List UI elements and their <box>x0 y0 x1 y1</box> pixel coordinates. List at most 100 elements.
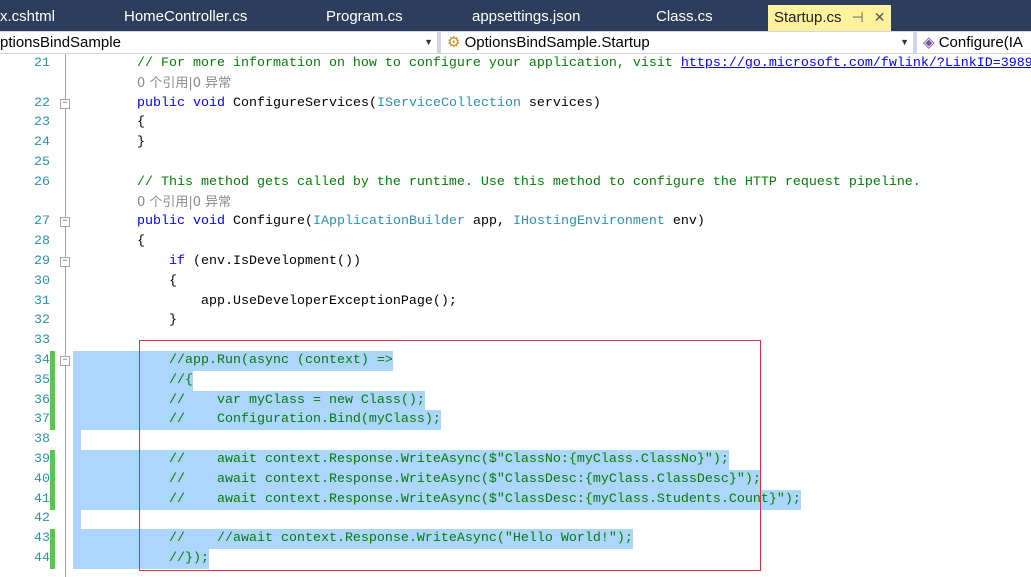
code-text[interactable]: { <box>73 272 177 292</box>
line-number: 21 <box>34 56 50 71</box>
code-text[interactable]: public void ConfigureServices(IServiceCo… <box>73 94 601 114</box>
code-line: 24 } <box>0 133 1031 153</box>
code-text[interactable]: { <box>73 113 145 133</box>
change-indicator <box>50 351 55 371</box>
code-line: 39 // await context.Response.WriteAsync(… <box>0 450 1031 470</box>
codelens-row: 0 个引用|0 异常 <box>0 193 1031 213</box>
tab-appsettings-json[interactable]: appsettings.json <box>472 5 580 31</box>
code-line: 38 <box>0 430 1031 451</box>
code-token: services) <box>520 95 601 111</box>
code-line: 36 // var myClass = new Class(); <box>0 390 1031 411</box>
code-token: (env.IsDevelopment()) <box>184 254 361 269</box>
change-indicator <box>50 529 55 550</box>
codelens-references[interactable]: 0 个引用|0 异常 <box>137 193 231 213</box>
collapse-icon[interactable]: − <box>60 257 70 267</box>
code-text[interactable]: { <box>73 232 145 252</box>
line-number: 28 <box>34 234 50 250</box>
code-text[interactable]: // var myClass = new Class(); <box>73 390 425 411</box>
codelens-row: 0 个引用|0 异常 <box>0 74 1031 94</box>
code-token: //{ <box>73 372 193 388</box>
tab-class-cs[interactable]: Class.cs <box>656 5 713 31</box>
class-icon: ⚙ <box>447 34 461 51</box>
codelens-references[interactable]: 0 个引用|0 异常 <box>137 74 231 94</box>
code-token: { <box>73 115 145 131</box>
change-indicator <box>50 469 55 490</box>
code-line: 44 //}); <box>0 549 1031 569</box>
code-text[interactable]: // This method gets called by the runtim… <box>73 173 921 193</box>
navigation-bar: ptionsBindSample ▼ ⚙ OptionsBindSample.St… <box>0 31 1031 54</box>
code-line: 25 <box>0 153 1031 173</box>
code-text[interactable]: // await context.Response.WriteAsync($"C… <box>73 469 761 490</box>
code-token: } <box>73 313 177 329</box>
change-indicator <box>50 410 55 431</box>
code-text[interactable]: // await context.Response.WriteAsync($"C… <box>73 450 729 470</box>
code-line: 28 { <box>0 232 1031 252</box>
member-dropdown[interactable]: ◈ Configure(IA <box>917 32 1031 53</box>
code-token: // await context.Response.WriteAsync($"C… <box>73 491 801 507</box>
method-icon: ◈ <box>923 34 935 51</box>
document-tab-bar: x.cshtml HomeController.cs Program.cs appse… <box>0 0 1031 31</box>
chevron-down-icon: ▼ <box>900 37 909 47</box>
code-token: } <box>73 135 145 151</box>
change-indicator <box>50 450 55 470</box>
project-dropdown[interactable]: ptionsBindSample ▼ <box>0 32 437 53</box>
collapse-icon[interactable]: − <box>60 217 70 228</box>
code-line: 22− public void ConfigureServices(IServi… <box>0 94 1031 114</box>
code-line: 40 // await context.Response.WriteAsync(… <box>0 469 1031 490</box>
link[interactable]: https://go.microsoft.com/fwlink/?LinkID=… <box>681 56 1031 71</box>
collapse-icon[interactable]: − <box>60 356 70 366</box>
tab-x-cshtml[interactable]: x.cshtml <box>0 5 55 31</box>
tab-label: Class.cs <box>656 8 713 25</box>
code-token: // await context.Response.WriteAsync($"C… <box>73 471 761 487</box>
code-line: 26 // This method gets called by the run… <box>0 173 1031 193</box>
tab-program-cs[interactable]: Program.cs <box>326 5 403 31</box>
code-line: 31 app.UseDeveloperExceptionPage(); <box>0 292 1031 312</box>
tab-label: Program.cs <box>326 8 403 25</box>
line-number: 33 <box>34 333 50 349</box>
code-text[interactable]: // //await context.Response.WriteAsync("… <box>73 529 633 550</box>
code-token: // This method gets called by the runtim… <box>73 174 921 190</box>
code-text[interactable] <box>73 509 81 530</box>
pin-icon[interactable]: ⊣ <box>852 5 864 29</box>
change-indicator <box>50 489 55 510</box>
line-number: 26 <box>34 174 50 190</box>
code-text[interactable]: if (env.IsDevelopment()) <box>73 252 361 272</box>
line-number: 36 <box>34 392 50 408</box>
line-number: 25 <box>34 155 50 170</box>
line-number: 40 <box>34 471 50 487</box>
code-text[interactable]: // Configuration.Bind(myClass); <box>73 410 441 431</box>
code-token: //app.Run(async (context) => <box>73 353 393 368</box>
code-text[interactable]: // await context.Response.WriteAsync($"C… <box>73 489 801 510</box>
type-dropdown[interactable]: ⚙ OptionsBindSample.Startup ▼ <box>441 32 913 53</box>
code-text[interactable]: } <box>73 311 177 331</box>
code-text[interactable]: } <box>73 133 145 153</box>
code-text[interactable] <box>73 430 81 451</box>
code-line: 34− //app.Run(async (context) => <box>0 351 1031 371</box>
line-number: 34 <box>34 353 50 368</box>
code-text[interactable]: app.UseDeveloperExceptionPage(); <box>73 292 457 312</box>
tab-startup-cs[interactable]: Startup.cs ⊣ ✕ <box>768 5 892 31</box>
tab-homecontroller-cs[interactable]: HomeController.cs <box>124 5 247 31</box>
code-text[interactable]: //app.Run(async (context) => <box>73 351 393 371</box>
code-text[interactable]: //{ <box>73 370 193 391</box>
code-token: // Configuration.Bind(myClass); <box>73 412 441 428</box>
code-line: 43 // //await context.Response.WriteAsyn… <box>0 529 1031 550</box>
code-token: app.UseDeveloperExceptionPage(); <box>73 293 457 309</box>
close-icon[interactable]: ✕ <box>874 5 886 29</box>
code-text[interactable]: public void Configure(IApplicationBuilde… <box>73 212 705 232</box>
code-line: 41 // await context.Response.WriteAsync(… <box>0 489 1031 510</box>
code-text[interactable]: // For more information on how to config… <box>73 54 1031 74</box>
code-token: app, <box>464 214 513 230</box>
code-editor[interactable]: 21 // For more information on how to con… <box>0 54 1031 577</box>
chevron-down-icon: ▼ <box>424 37 433 47</box>
collapse-icon[interactable]: − <box>60 98 70 109</box>
line-number: 37 <box>34 412 50 428</box>
line-number: 43 <box>34 531 50 547</box>
code-text[interactable]: //}); <box>73 549 209 569</box>
line-number: 35 <box>34 372 50 388</box>
code-token: // //await context.Response.WriteAsync("… <box>73 531 633 547</box>
code-token: ConfigureServices( <box>225 95 377 111</box>
code-token: { <box>73 273 177 289</box>
